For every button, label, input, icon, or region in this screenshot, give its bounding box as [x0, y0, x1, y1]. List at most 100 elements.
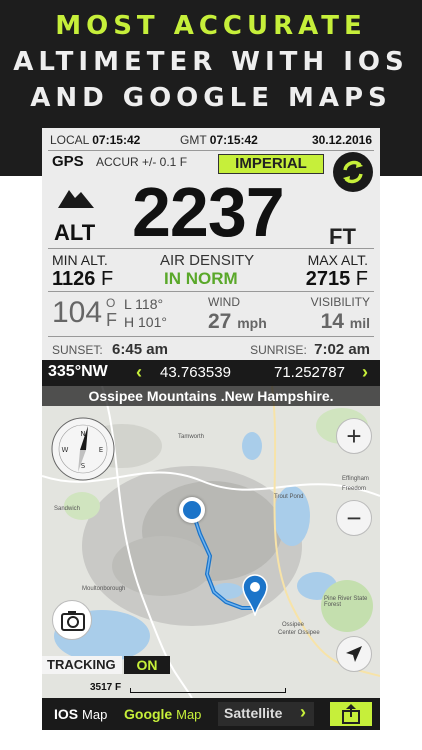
temperature-high: H 101° — [124, 314, 167, 330]
google-map-rest: Map — [176, 707, 202, 722]
wind-value: 27 — [208, 310, 232, 333]
sunset-label: SUNSET: — [52, 343, 103, 357]
temperature-degree: O — [106, 296, 116, 310]
max-alt-label: MAX ALT. — [307, 252, 368, 268]
svg-text:S: S — [81, 462, 86, 470]
gmt-label: GMT — [180, 133, 207, 147]
ios-map-bold: IOS — [54, 706, 79, 722]
svg-text:N: N — [80, 430, 85, 438]
locate-button[interactable] — [336, 636, 372, 672]
bottom-bar: IOS Map Google Map Sattellite › — [42, 698, 380, 730]
alt-label: ALT — [54, 220, 96, 245]
promo-text: MOST ACCURATE ALTIMETER WITH IOS AND GOO… — [0, 8, 422, 116]
satellite-tab[interactable]: Sattellite › — [218, 702, 314, 726]
divider — [48, 336, 374, 337]
destination-pin-icon[interactable] — [242, 574, 268, 616]
map-label: Freedom — [342, 486, 367, 492]
min-alt-unit: F — [100, 268, 114, 290]
min-alt-value: 1126 — [52, 268, 96, 290]
local-time-value: 07:15:42 — [92, 133, 141, 147]
temperature-low: L 118° — [124, 296, 164, 312]
min-alt-label: MIN ALT. — [52, 252, 108, 268]
sync-button[interactable] — [333, 152, 373, 192]
map-view[interactable]: Tamworth Sandwich Moultonborough Trout P… — [42, 386, 380, 698]
latitude: 43.763539 — [160, 364, 231, 381]
share-icon — [342, 704, 360, 724]
altitude-value: 2237 — [132, 173, 285, 251]
wind-unit: mph — [237, 315, 267, 331]
wind: 27 mph — [208, 310, 267, 334]
divider — [48, 150, 374, 151]
temperature-unit: F — [106, 310, 117, 330]
ios-map-tab[interactable]: IOS Map — [54, 706, 107, 722]
gmt-time: GMT 07:15:42 — [180, 132, 258, 148]
svg-text:E: E — [99, 446, 103, 454]
temperature-value: 104 — [52, 296, 103, 329]
compass-icon[interactable]: N E S W — [50, 416, 116, 482]
visibility-value: 14 — [320, 310, 344, 333]
max-alt-value: 2715 — [305, 268, 351, 290]
tracking-toggle[interactable]: TRACKING ON — [42, 656, 170, 674]
current-location-marker[interactable] — [179, 497, 205, 523]
min-alt: 1126 F — [52, 268, 113, 291]
divider — [48, 248, 374, 249]
zoom-out-button[interactable]: − — [336, 500, 372, 536]
altitude-unit: FT — [329, 224, 356, 249]
wind-label: WIND — [208, 295, 240, 309]
coords-next-icon[interactable]: › — [362, 362, 368, 383]
location-title: Ossipee Mountains .New Hampshire. — [42, 386, 380, 406]
google-map-tab[interactable]: Google Map — [124, 706, 201, 722]
local-label: LOCAL — [50, 133, 89, 147]
zoom-in-button[interactable]: + — [336, 418, 372, 454]
tracking-label: TRACKING — [42, 656, 122, 674]
map-label: Tamworth — [178, 434, 205, 440]
sunrise-label: SUNRISE: — [250, 343, 307, 357]
sync-icon — [343, 160, 363, 184]
map-scale-bar — [130, 688, 286, 693]
status-row: LOCAL 07:15:42 GMT 07:15:42 30.12.2016 — [42, 132, 380, 148]
map-label: Center Ossipee — [278, 630, 320, 636]
local-time: LOCAL 07:15:42 — [50, 132, 140, 148]
svg-text:W: W — [62, 446, 69, 454]
longitude: 71.252787 — [274, 364, 345, 381]
camera-icon — [61, 611, 85, 631]
sunrise: SUNRISE: 7:02 am — [250, 341, 370, 358]
plus-icon: + — [346, 420, 362, 451]
sunrise-value: 7:02 am — [314, 341, 370, 358]
promo-line-1: MOST ACCURATE — [55, 11, 367, 41]
chevron-right-icon: › — [300, 702, 306, 722]
promo-line-3: AND GOOGLE MAPS — [30, 83, 392, 113]
max-alt: 2715 F — [306, 268, 368, 291]
gps-accuracy: ACCUR +/- 0.1 F — [96, 155, 188, 169]
minus-icon: − — [346, 502, 362, 533]
gps-label: GPS — [52, 153, 84, 170]
satellite-label: Sattellite — [224, 705, 283, 721]
gmt-time-value: 07:15:42 — [209, 133, 258, 147]
map-label: Ossipee — [282, 622, 305, 628]
visibility-label: VISIBILITY — [310, 295, 370, 309]
max-alt-unit: F — [355, 268, 368, 290]
coordinates-bar: 335°NW ‹ 43.763539 71.252787 › — [42, 360, 380, 386]
app-screen: LOCAL 07:15:42 GMT 07:15:42 30.12.2016 G… — [42, 128, 380, 730]
google-map-bold: Google — [124, 706, 173, 722]
mountain-icon — [58, 190, 94, 208]
map-label: Effingham — [342, 476, 369, 482]
ios-map-rest: Map — [82, 707, 108, 722]
map-label: Pine River State Forest — [324, 596, 368, 608]
coords-prev-icon[interactable]: ‹ — [136, 362, 142, 383]
map-label: Moultonborough — [82, 586, 126, 592]
date: 30.12.2016 — [311, 133, 372, 147]
divider — [48, 291, 374, 292]
imperial-button[interactable]: IMPERIAL — [218, 154, 324, 174]
sunset-value: 6:45 am — [112, 341, 168, 358]
map-scale-label: 3517 F — [90, 682, 122, 693]
share-button[interactable] — [330, 702, 372, 726]
camera-button[interactable] — [52, 600, 92, 640]
navigation-arrow-icon — [346, 646, 362, 662]
tracking-state: ON — [124, 656, 170, 674]
gps-row: GPS ACCUR +/- 0.1 F — [42, 153, 380, 173]
visibility-unit: mil — [349, 315, 370, 331]
heading: 335°NW — [48, 363, 108, 380]
map-label: Trout Pond — [274, 494, 304, 500]
sunset: SUNSET: 6:45 am — [52, 341, 168, 358]
